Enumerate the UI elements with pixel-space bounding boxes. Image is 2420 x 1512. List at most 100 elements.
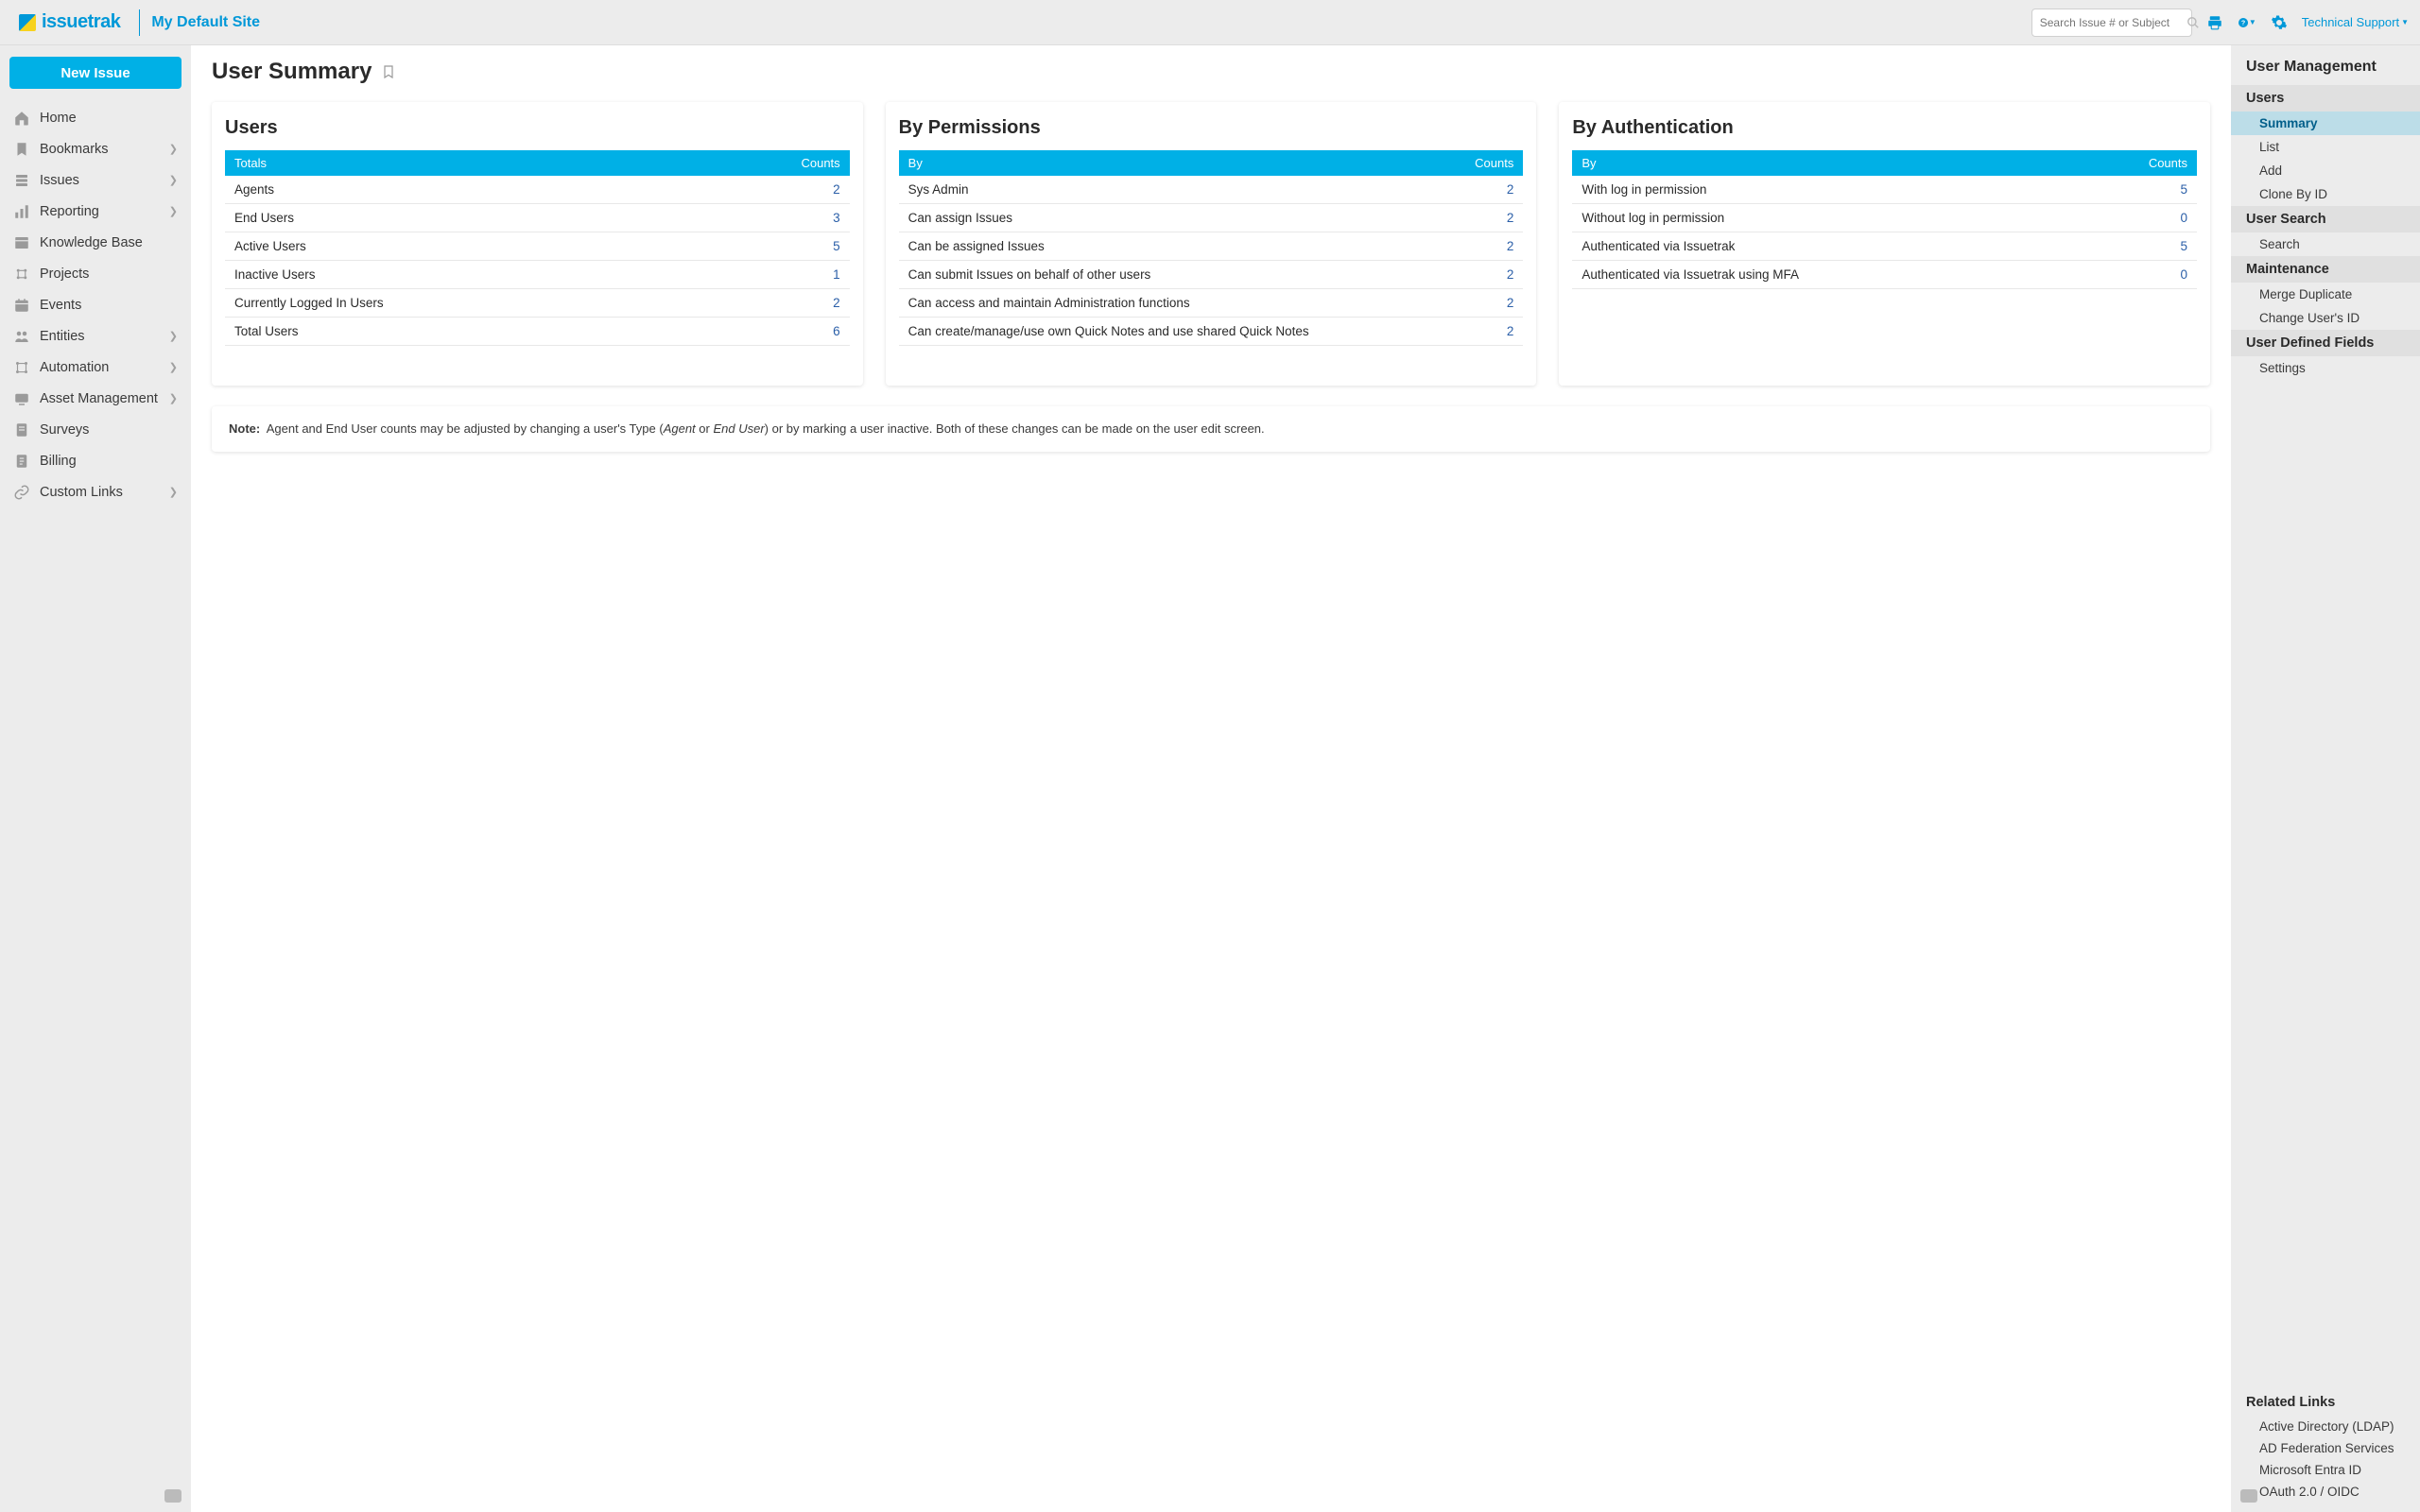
nav-item-home[interactable]: Home — [9, 102, 182, 133]
chevron-right-icon: ❯ — [169, 361, 178, 373]
left-nav: New Issue HomeBookmarks❯Issues❯Reporting… — [0, 45, 191, 1512]
svg-text:?: ? — [2241, 20, 2245, 26]
row-label: Currently Logged In Users — [234, 296, 833, 310]
nav-item-billing[interactable]: Billing — [9, 445, 182, 476]
row-count[interactable]: 2 — [1507, 211, 1514, 225]
table-row: Total Users6 — [225, 318, 850, 346]
nav-item-surveys[interactable]: Surveys — [9, 414, 182, 445]
nav-item-knowledge-base[interactable]: Knowledge Base — [9, 227, 182, 258]
right-nav-item-clone-by-id[interactable]: Clone By ID — [2231, 182, 2420, 206]
row-count[interactable]: 2 — [1507, 296, 1514, 310]
gear-icon[interactable] — [2270, 13, 2289, 32]
help-icon[interactable]: ? ▼ — [2238, 13, 2256, 32]
nav-item-asset-management[interactable]: Asset Management❯ — [9, 383, 182, 414]
right-nav-section-head: User Search — [2231, 206, 2420, 232]
right-nav-item-search[interactable]: Search — [2231, 232, 2420, 256]
nav-label: Custom Links — [40, 485, 123, 500]
nav-item-events[interactable]: Events — [9, 289, 182, 320]
nav-item-issues[interactable]: Issues❯ — [9, 164, 182, 196]
row-count[interactable]: 2 — [833, 296, 840, 310]
table-header: Totals Counts — [225, 150, 850, 176]
row-count[interactable]: 3 — [833, 211, 840, 225]
nav-item-entities[interactable]: Entities ❯ — [9, 320, 182, 352]
entities-icon — [13, 328, 30, 345]
nav-item-automation[interactable]: Automation❯ — [9, 352, 182, 383]
tech-support-link[interactable]: Technical Support ▼ — [2302, 15, 2409, 29]
search-box[interactable] — [2031, 9, 2192, 37]
kb-icon — [13, 234, 30, 251]
row-label: Without log in permission — [1582, 211, 2180, 225]
nav-item-bookmarks[interactable]: Bookmarks❯ — [9, 133, 182, 164]
related-link[interactable]: OAuth 2.0 / OIDC — [2231, 1481, 2420, 1503]
search-input[interactable] — [2040, 16, 2187, 29]
right-nav-item-change-user-s-id[interactable]: Change User's ID — [2231, 306, 2420, 330]
nav-label: Entities — [40, 329, 85, 344]
row-label: Active Users — [234, 239, 833, 253]
table-row: Without log in permission0 — [1572, 204, 2197, 232]
nav-item-reporting[interactable]: Reporting❯ — [9, 196, 182, 227]
reporting-icon — [13, 203, 30, 220]
row-count[interactable]: 5 — [833, 239, 840, 253]
site-name[interactable]: My Default Site — [151, 14, 260, 31]
row-label: Can submit Issues on behalf of other use… — [908, 267, 1507, 282]
col-header-right: Counts — [801, 156, 839, 170]
row-label: Authenticated via Issuetrak — [1582, 239, 2180, 253]
links-icon — [13, 484, 30, 501]
card-title: Users — [225, 117, 850, 139]
nav-label: Bookmarks — [40, 142, 109, 157]
search-icon[interactable] — [2187, 16, 2200, 29]
collapse-left-icon[interactable] — [164, 1489, 182, 1503]
chevron-right-icon: ❯ — [169, 392, 178, 404]
row-label: Can be assigned Issues — [908, 239, 1507, 253]
row-count[interactable]: 2 — [833, 182, 840, 197]
nav-label: Reporting — [40, 204, 99, 219]
row-count[interactable]: 2 — [1507, 324, 1514, 338]
table-row: Inactive Users1 — [225, 261, 850, 289]
table-row: Currently Logged In Users2 — [225, 289, 850, 318]
new-issue-button[interactable]: New Issue — [9, 57, 182, 89]
row-label: End Users — [234, 211, 833, 225]
nav-label: Events — [40, 298, 81, 313]
table-row: With log in permission5 — [1572, 176, 2197, 204]
right-nav-item-add[interactable]: Add — [2231, 159, 2420, 182]
related-link[interactable]: Active Directory (LDAP) — [2231, 1416, 2420, 1437]
chevron-right-icon: ❯ — [169, 486, 178, 498]
row-count[interactable]: 0 — [2181, 267, 2188, 282]
row-count[interactable]: 2 — [1507, 239, 1514, 253]
row-count[interactable]: 0 — [2181, 211, 2188, 225]
table-row: Can submit Issues on behalf of other use… — [899, 261, 1524, 289]
table-row: Can create/manage/use own Quick Notes an… — [899, 318, 1524, 346]
row-count[interactable]: 6 — [833, 324, 840, 338]
users-card: Users Totals Counts Agents2End Users3Act… — [212, 102, 863, 386]
right-nav-item-merge-duplicate[interactable]: Merge Duplicate — [2231, 283, 2420, 306]
row-count[interactable]: 5 — [2181, 182, 2188, 197]
topbar: issuetrak My Default Site ? ▼ Technical … — [0, 0, 2420, 45]
nav-item-custom-links[interactable]: Custom Links ❯ — [9, 476, 182, 507]
auth-card: By Authentication By Counts With log in … — [1559, 102, 2210, 386]
print-icon[interactable] — [2205, 13, 2224, 32]
card-title: By Authentication — [1572, 117, 2197, 139]
collapse-right-icon[interactable] — [2240, 1489, 2257, 1503]
right-nav-section-head: Maintenance — [2231, 256, 2420, 283]
right-nav-item-settings[interactable]: Settings — [2231, 356, 2420, 380]
related-link[interactable]: Microsoft Entra ID — [2231, 1459, 2420, 1481]
row-count[interactable]: 5 — [2181, 239, 2188, 253]
home-icon — [13, 110, 30, 127]
bookmark-icon[interactable] — [381, 62, 396, 81]
nav-label: Billing — [40, 454, 77, 469]
nav-item-projects[interactable]: Projects — [9, 258, 182, 289]
row-count[interactable]: 2 — [1507, 182, 1514, 197]
right-nav-item-summary[interactable]: Summary — [2231, 112, 2420, 135]
related-link[interactable]: AD Federation Services — [2231, 1437, 2420, 1459]
right-nav-item-list[interactable]: List — [2231, 135, 2420, 159]
tech-support-label: Technical Support — [2302, 15, 2399, 29]
permissions-card: By Permissions By Counts Sys Admin2Can a… — [886, 102, 1537, 386]
card-title: By Permissions — [899, 117, 1524, 139]
note-text: or — [696, 421, 714, 436]
row-count[interactable]: 1 — [833, 267, 840, 282]
chevron-right-icon: ❯ — [169, 330, 178, 342]
table-header: By Counts — [899, 150, 1524, 176]
col-header-right: Counts — [1475, 156, 1513, 170]
logo[interactable]: issuetrak — [11, 11, 128, 33]
row-count[interactable]: 2 — [1507, 267, 1514, 282]
